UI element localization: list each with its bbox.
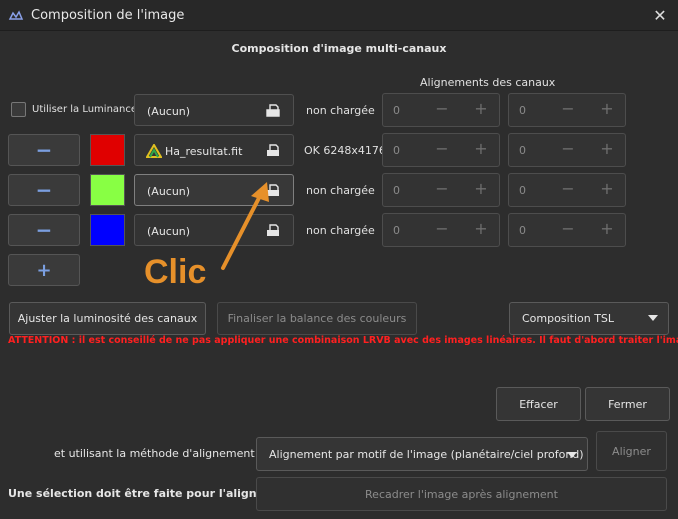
- open-file-icon: [266, 104, 280, 117]
- spin-value: 0: [393, 224, 400, 237]
- increment-button[interactable]: +: [469, 174, 493, 206]
- spin-value: 0: [519, 144, 526, 157]
- align-y-spinbox[interactable]: 0 − +: [508, 133, 626, 167]
- select-value: Alignement par motif de l'image (planéta…: [269, 448, 584, 461]
- align-y-spinbox[interactable]: 0 − +: [508, 173, 626, 207]
- remove-channel-button[interactable]: −: [8, 214, 80, 246]
- align-y-spinbox[interactable]: 0 − +: [508, 213, 626, 247]
- page-title: Composition d'image multi-canaux: [231, 42, 447, 55]
- close-button[interactable]: Fermer: [585, 387, 670, 421]
- clear-button[interactable]: Effacer: [496, 387, 581, 421]
- fits-file-icon: [146, 144, 162, 158]
- remove-channel-button[interactable]: −: [8, 134, 80, 166]
- increment-button[interactable]: +: [469, 134, 493, 166]
- decrement-button[interactable]: −: [430, 214, 454, 246]
- channel-color-swatch[interactable]: [90, 134, 125, 166]
- alignments-title: Alignements des canaux: [420, 76, 556, 89]
- composition-mode-select[interactable]: Composition TSL: [509, 302, 669, 335]
- file-name: (Aucun): [147, 105, 191, 118]
- decrement-button[interactable]: −: [430, 134, 454, 166]
- annotation-arrow: [221, 182, 269, 270]
- increment-button[interactable]: +: [469, 214, 493, 246]
- spin-value: 0: [519, 104, 526, 117]
- warning-text: ATTENTION : il est conseillé de ne pas a…: [8, 335, 678, 346]
- increment-button[interactable]: +: [595, 174, 619, 206]
- alignment-method-select[interactable]: Alignement par motif de l'image (planéta…: [256, 437, 588, 471]
- decrement-button[interactable]: −: [430, 174, 454, 206]
- align-x-spinbox[interactable]: 0 − +: [382, 213, 500, 247]
- channel-status: non chargée: [306, 224, 375, 237]
- file-name: (Aucun): [147, 185, 191, 198]
- spin-value: 0: [519, 224, 526, 237]
- decrement-button[interactable]: −: [556, 134, 580, 166]
- spin-value: 0: [393, 184, 400, 197]
- luminance-file-button[interactable]: (Aucun): [134, 94, 294, 126]
- alignment-method-label: et utilisant la méthode d'alignement :: [54, 447, 262, 460]
- increment-button[interactable]: +: [595, 94, 619, 126]
- open-file-icon: [267, 144, 279, 156]
- align-x-spinbox[interactable]: 0 − +: [382, 173, 500, 207]
- annotation-label: Clic: [144, 253, 207, 291]
- increment-button[interactable]: +: [469, 94, 493, 126]
- channel-status: OK 6248x4176: [304, 144, 386, 157]
- channel-status: non chargée: [306, 104, 375, 117]
- align-y-spinbox[interactable]: 0 − +: [508, 93, 626, 127]
- file-name: Ha_resultat.fit: [165, 145, 243, 158]
- spin-value: 0: [393, 144, 400, 157]
- chevron-down-icon: [648, 315, 658, 321]
- channel-status: non chargée: [306, 184, 375, 197]
- siril-app-icon: [8, 10, 24, 20]
- chevron-down-icon: [567, 452, 577, 458]
- decrement-button[interactable]: −: [556, 174, 580, 206]
- window-title: Composition de l'image: [31, 8, 185, 23]
- luminance-label: Utiliser la Luminance: [32, 104, 138, 115]
- spin-value: 0: [393, 104, 400, 117]
- decrement-button[interactable]: −: [556, 94, 580, 126]
- recrop-button[interactable]: Recadrer l'image après alignement: [256, 477, 667, 511]
- channel-file-button[interactable]: Ha_resultat.fit: [134, 134, 294, 166]
- channel-color-swatch[interactable]: [90, 214, 125, 246]
- decrement-button[interactable]: −: [556, 214, 580, 246]
- increment-button[interactable]: +: [595, 134, 619, 166]
- luminance-checkbox[interactable]: [11, 102, 26, 117]
- add-channel-button[interactable]: +: [8, 254, 80, 286]
- close-icon[interactable]: ✕: [650, 6, 670, 26]
- decrement-button[interactable]: −: [430, 94, 454, 126]
- selection-note: Une sélection doit être faite pour l'ali…: [8, 487, 297, 500]
- remove-channel-button[interactable]: −: [8, 174, 80, 206]
- select-value: Composition TSL: [522, 312, 615, 325]
- spin-value: 0: [519, 184, 526, 197]
- adjust-brightness-button[interactable]: Ajuster la luminosité des canaux: [9, 302, 206, 335]
- channel-color-swatch[interactable]: [90, 174, 125, 206]
- increment-button[interactable]: +: [595, 214, 619, 246]
- finalize-balance-button[interactable]: Finaliser la balance des couleurs: [217, 302, 417, 335]
- align-x-spinbox[interactable]: 0 − +: [382, 133, 500, 167]
- align-x-spinbox[interactable]: 0 − +: [382, 93, 500, 127]
- file-name: (Aucun): [147, 225, 191, 238]
- align-button[interactable]: Aligner: [596, 431, 667, 471]
